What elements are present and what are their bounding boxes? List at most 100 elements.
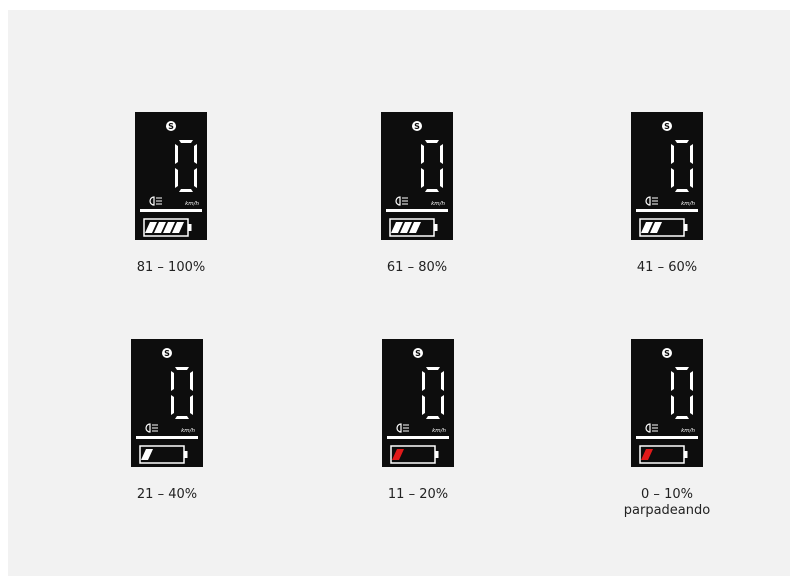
digit-segment-lower-left [671,168,674,188]
digit-segment-upper-left [171,371,174,391]
digit-segment-lower-right [690,395,693,415]
display-divider [636,436,698,439]
digit-segment-bottom [675,416,689,419]
display-divider [140,209,202,212]
digit-segment-bottom [426,416,440,419]
mode-badge-letter: S [415,349,421,358]
speed-unit-label: km/h [432,428,446,434]
digit-segment-upper-left [671,144,674,164]
speed-unit-label: km/h [431,201,445,207]
digit-segment-upper-right [194,144,197,164]
digit-segment-upper-right [441,371,444,391]
battery-level-label: 61 – 80% [386,260,448,275]
digit-segment-top [179,140,193,143]
digit-segment-upper-left [422,371,425,391]
digit-segment-bottom [175,416,189,419]
digit-segment-upper-right [690,144,693,164]
battery-levels-panel: S km/h 81 – 100% S km/h 61 – 80% S km/h … [8,10,790,576]
digit-segment-top [426,367,440,370]
lcd-display: S km/h 0 [631,339,703,467]
battery-level-label: 21 – 40% [136,487,198,502]
battery-icon [389,218,438,237]
digit-segment-upper-left [671,371,674,391]
speed-digit-display [671,367,693,419]
digit-segment-lower-left [422,395,425,415]
headlight-icon [645,423,658,433]
speed-unit-label: km/h [681,201,695,207]
battery-level-label: 41 – 60% [636,260,698,275]
battery-icon [639,218,688,237]
lcd-display: S km/h [135,112,207,240]
battery-bar [141,449,153,460]
battery-level-item: S km/h 0 [592,112,742,276]
digit-segment-upper-left [175,144,178,164]
display-divider [386,209,448,212]
mode-badge-letter: S [164,349,170,358]
digit-segment-lower-right [190,395,193,415]
mode-badge-letter: S [664,122,670,131]
speed-digit-display [671,140,693,192]
battery-level-note: parpadeando [623,503,711,518]
mode-s-badge-icon: S [162,348,172,358]
speed-unit-label: km/h [181,428,195,434]
display-divider [136,436,198,439]
lcd-display: S km/h 0 [631,112,703,240]
digit-segment-lower-right [440,168,443,188]
speed-unit-label: km/h [681,428,695,434]
mode-s-badge-icon: S [662,348,672,358]
digit-segment-lower-left [671,395,674,415]
battery-level-item: S km/h 0 [343,339,493,503]
digit-segment-lower-left [175,168,178,188]
headlight-icon [149,196,162,206]
battery-level-label: 11 – 20% [387,487,449,502]
battery-level-caption: 41 – 60% [592,260,742,276]
battery-level-item: S km/h [96,112,246,276]
digit-segment-top [425,140,439,143]
speed-digit-display [175,140,197,192]
digit-segment-lower-right [441,395,444,415]
digit-segment-top [675,367,689,370]
digit-segment-upper-right [690,371,693,391]
digit-segment-bottom [425,189,439,192]
digit-segment-upper-left [421,144,424,164]
speed-digit-display [422,367,444,419]
digit-segment-bottom [675,189,689,192]
battery-bar [641,449,653,460]
battery-bar [392,449,404,460]
mode-badge-letter: S [414,122,420,131]
headlight-icon [145,423,158,433]
headlight-icon [396,423,409,433]
battery-level-caption: 11 – 20% [343,487,493,503]
display-divider [636,209,698,212]
digit-segment-lower-left [171,395,174,415]
battery-icon [139,445,188,464]
lcd-display: S km/h 0 [131,339,203,467]
battery-level-item: S km/h 0 [592,339,742,519]
mode-s-badge-icon: S [413,348,423,358]
battery-level-caption: 81 – 100% [96,260,246,276]
digit-segment-lower-right [690,168,693,188]
battery-level-item: S km/h 0 [92,339,242,503]
headlight-icon [395,196,408,206]
lcd-display: S km/h 0 [382,339,454,467]
battery-level-item: S km/h [342,112,492,276]
digit-segment-lower-left [421,168,424,188]
mode-s-badge-icon: S [412,121,422,131]
battery-icon [639,445,688,464]
mode-s-badge-icon: S [662,121,672,131]
battery-level-caption: 21 – 40% [92,487,242,503]
digit-segment-upper-right [190,371,193,391]
mode-badge-letter: S [664,349,670,358]
battery-icon [143,218,192,237]
digit-segment-lower-right [194,168,197,188]
mode-badge-letter: S [168,122,174,131]
battery-level-caption: 0 – 10% parpadeando [592,487,742,519]
mode-s-badge-icon: S [166,121,176,131]
digit-segment-bottom [179,189,193,192]
speed-digit-display [421,140,443,192]
battery-level-label: 81 – 100% [136,260,206,275]
headlight-icon [645,196,658,206]
lcd-display: S km/h [381,112,453,240]
speed-digit-display [171,367,193,419]
battery-level-label: 0 – 10% [641,487,693,502]
